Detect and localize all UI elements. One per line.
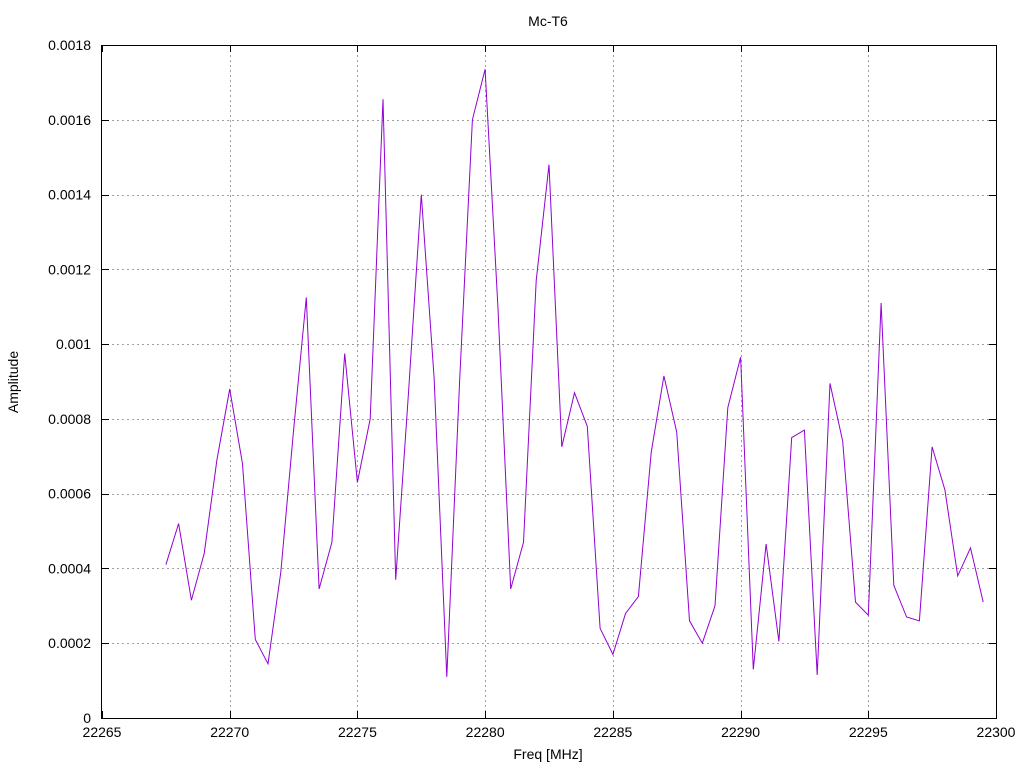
line-chart: Mc-T6 22265 22270 22275 22280 22285 22290 2229… [5, 13, 1016, 762]
series-line [165, 69, 984, 677]
y-tick-label: 0 [83, 710, 91, 726]
y-tick-label: 0.0008 [48, 411, 91, 427]
y-tick-label: 0.0006 [48, 486, 91, 502]
y-tick-label: 0.0004 [48, 560, 91, 576]
x-tick-label: 22265 [83, 724, 122, 740]
axis-ticks [102, 45, 997, 719]
x-tick-label: 22270 [210, 724, 249, 740]
y-tick-label: 0.001 [56, 336, 91, 352]
x-tick-label: 22295 [849, 724, 888, 740]
y-axis-tick-labels: 0 0.0002 0.0004 0.0006 0.0008 0.001 0.0012 0.00… [48, 37, 91, 726]
x-tick-label: 22280 [466, 724, 505, 740]
x-axis-label: Freq [MHz] [513, 746, 582, 762]
chart-title: Mc-T6 [528, 13, 568, 29]
y-axis-label: Amplitude [5, 351, 21, 413]
series-layer [165, 69, 984, 677]
x-tick-label: 22290 [721, 724, 760, 740]
x-axis-tick-labels: 22265 22270 22275 22280 22285 22290 22295 22300 [83, 724, 1016, 740]
grid-lines [102, 45, 996, 718]
y-tick-label: 0.0016 [48, 112, 91, 128]
y-tick-label: 0.0012 [48, 261, 91, 277]
x-tick-label: 22275 [338, 724, 377, 740]
x-tick-label: 22300 [977, 724, 1016, 740]
plot-frame [101, 45, 997, 719]
y-tick-label: 0.0018 [48, 37, 91, 53]
y-tick-label: 0.0014 [48, 187, 91, 203]
x-tick-label: 22285 [593, 724, 632, 740]
y-tick-label: 0.0002 [48, 635, 91, 651]
